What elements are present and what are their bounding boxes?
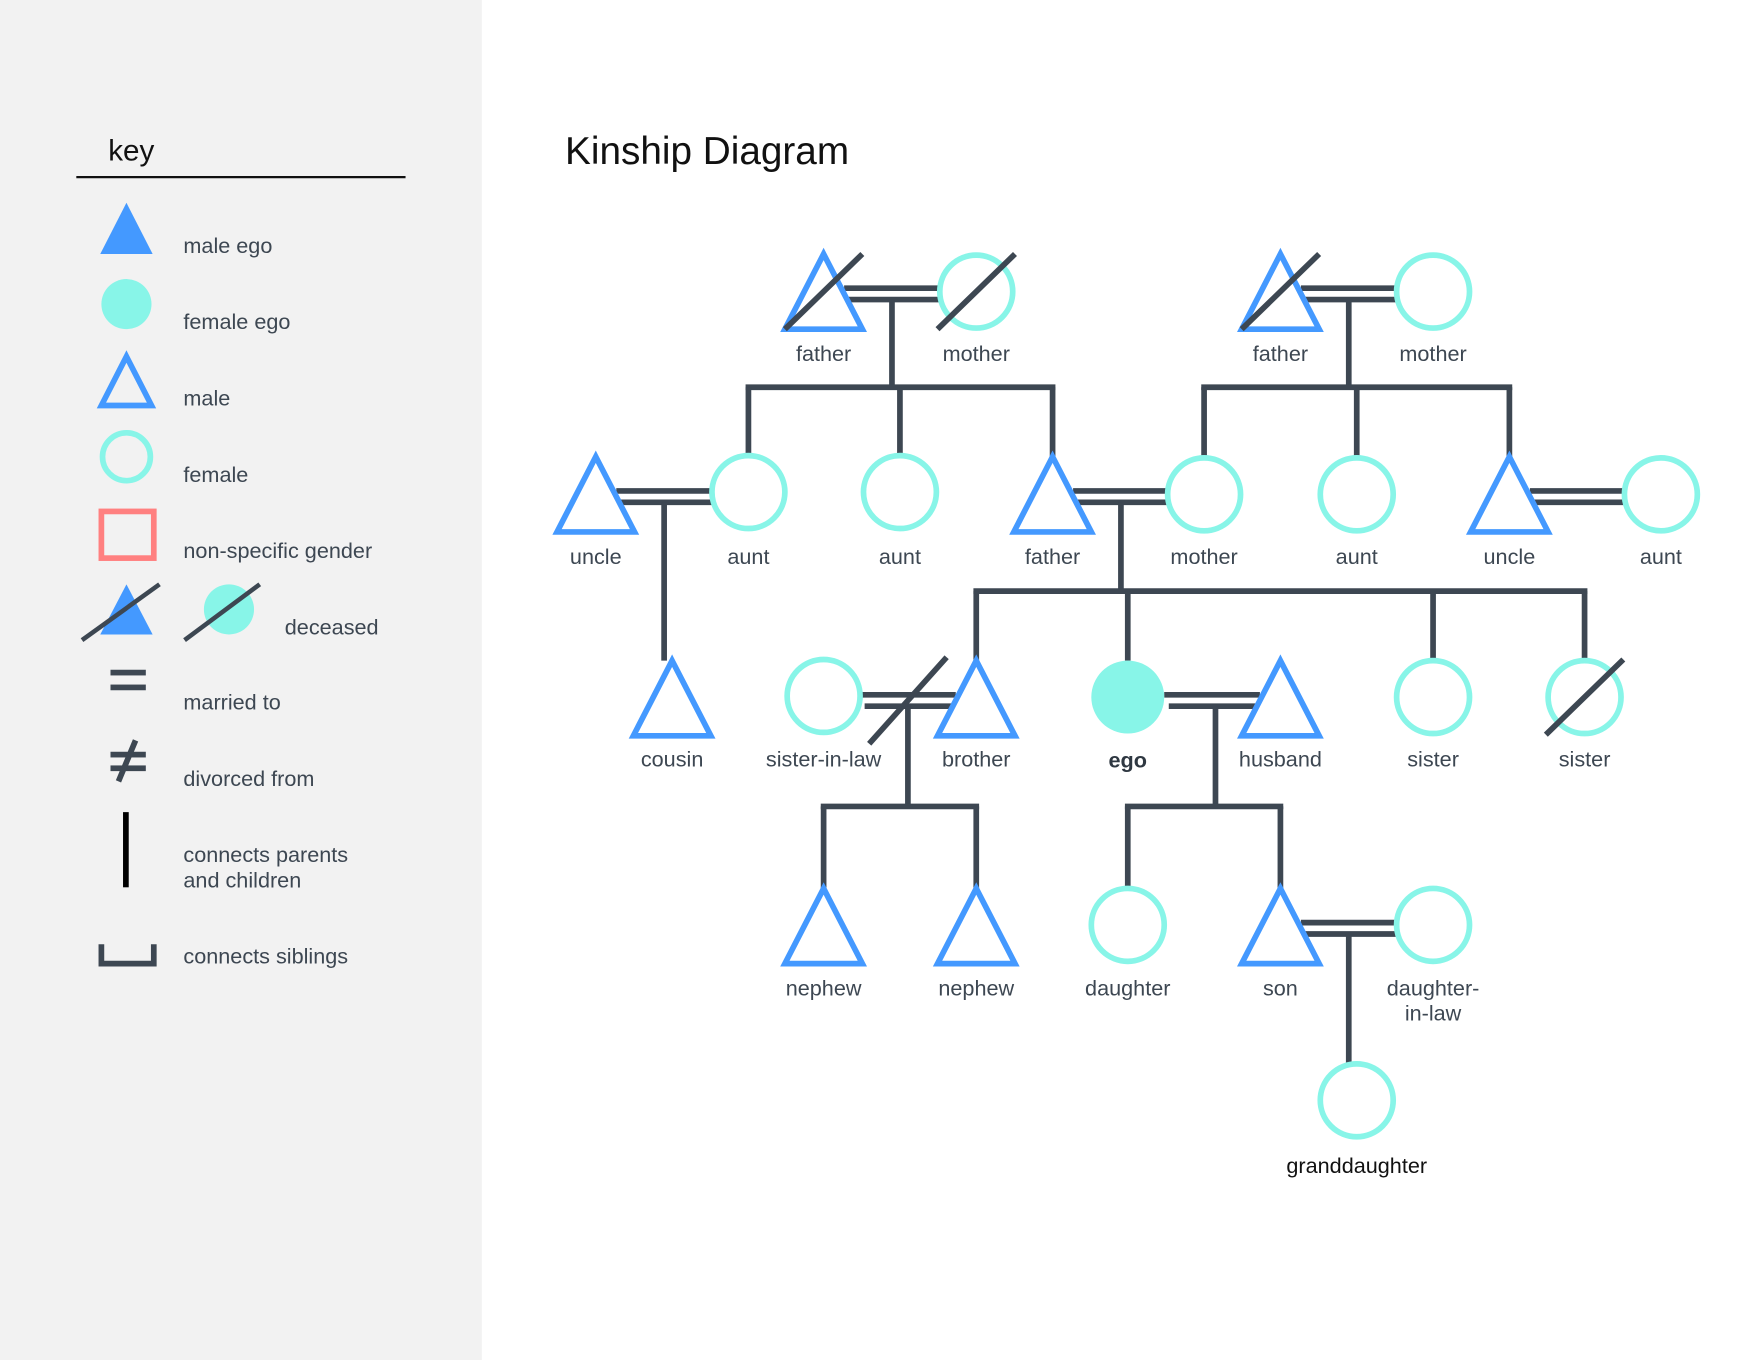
- male-triangle-icon: [552, 450, 640, 535]
- female-circle-icon: [1317, 1061, 1397, 1140]
- person-pgf[interactable]: [780, 247, 868, 333]
- person-daughter[interactable]: [1088, 885, 1168, 965]
- person-aunt2[interactable]: [860, 452, 940, 532]
- key-title: key: [108, 135, 154, 168]
- person-label-son: son: [1263, 976, 1298, 1001]
- person-label-nephew2: nephew: [938, 976, 1014, 1001]
- person-brother[interactable]: [932, 654, 1020, 739]
- key-label: female ego: [183, 309, 290, 334]
- person-label-cousin: cousin: [641, 747, 704, 772]
- person-father[interactable]: [1009, 450, 1096, 535]
- person-pgm[interactable]: [935, 251, 1017, 332]
- female-circle-icon: [1393, 885, 1473, 965]
- person-mgm[interactable]: [1393, 252, 1473, 331]
- person-uncle2[interactable]: [1465, 450, 1553, 535]
- key-label: divorced from: [183, 766, 314, 791]
- key-panel-background: [0, 0, 482, 1360]
- person-label-uncle2: uncle: [1484, 544, 1536, 569]
- person-uncle1[interactable]: [552, 450, 640, 535]
- people: [552, 247, 1701, 1140]
- male-triangle-icon: [1009, 450, 1096, 535]
- person-label-uncle1: uncle: [570, 544, 622, 569]
- marriage-connector: [616, 488, 715, 661]
- person-aunt3[interactable]: [1317, 455, 1397, 534]
- person-sister1[interactable]: [1393, 657, 1473, 737]
- female-circle-icon: [1088, 885, 1168, 965]
- person-label-mgm: mother: [1399, 341, 1466, 366]
- kinship-canvas: key male ego female ego male female non-…: [0, 0, 1701, 1360]
- filled-circle-icon: [1091, 660, 1165, 734]
- person-label-sister1: sister: [1407, 747, 1459, 772]
- female-circle-icon: [1164, 455, 1244, 534]
- female-circle-icon: [860, 452, 940, 532]
- person-label-dil: daughter-: [1387, 976, 1480, 1001]
- person-label-ego: ego: [1109, 748, 1147, 773]
- person-label-mgf: father: [1253, 341, 1308, 366]
- person-dil[interactable]: [1393, 885, 1473, 965]
- female-circle-icon: [1393, 657, 1473, 737]
- male-triangle-icon: [1465, 450, 1553, 535]
- person-label-pgm: mother: [943, 341, 1010, 366]
- person-label-pgf: father: [796, 341, 851, 366]
- person-cousin[interactable]: [628, 654, 716, 739]
- diagram-title: Kinship Diagram: [565, 130, 849, 173]
- person-sil[interactable]: [784, 656, 863, 736]
- person-label-sil: sister-in-law: [766, 747, 882, 772]
- person-ego[interactable]: [1091, 660, 1165, 734]
- person-son[interactable]: [1237, 882, 1324, 967]
- key-label: male: [183, 385, 230, 410]
- filled-circle-icon: [101, 279, 152, 330]
- person-nephew2[interactable]: [932, 882, 1020, 967]
- male-triangle-icon: [932, 882, 1020, 967]
- female-circle-icon: [709, 452, 788, 532]
- marriage-connector: [1300, 919, 1399, 1064]
- person-label-aunt3: aunt: [1336, 544, 1378, 569]
- key-label: and children: [183, 867, 301, 892]
- male-triangle-icon: [1237, 882, 1324, 967]
- female-circle-icon: [1621, 455, 1701, 534]
- person-sister2[interactable]: [1543, 657, 1626, 737]
- key-panel: key male ego female ego male female non-…: [0, 0, 482, 1360]
- key-label: married to: [183, 690, 280, 715]
- person-label-aunt2: aunt: [879, 544, 921, 569]
- male-triangle-icon: [780, 882, 868, 967]
- male-triangle-icon: [1237, 654, 1324, 739]
- key-label: deceased: [285, 614, 379, 639]
- person-label-nephew1: nephew: [786, 976, 862, 1001]
- female-circle-icon: [1393, 252, 1473, 331]
- person-label-aunt4: aunt: [1640, 544, 1682, 569]
- female-circle-icon: [1317, 455, 1397, 534]
- male-triangle-icon: [932, 654, 1020, 739]
- key-label: male ego: [183, 233, 272, 258]
- person-aunt4[interactable]: [1621, 455, 1701, 534]
- person-granddaughter[interactable]: [1317, 1061, 1397, 1140]
- person-label-aunt1: aunt: [727, 544, 769, 569]
- person-husband[interactable]: [1237, 654, 1324, 739]
- person-label-brother: brother: [942, 747, 1011, 772]
- key-label: non-specific gender: [183, 538, 372, 563]
- male-triangle-icon: [628, 654, 716, 739]
- person-mother[interactable]: [1164, 455, 1244, 534]
- person-mgf[interactable]: [1237, 247, 1324, 333]
- key-label: connects parents: [183, 842, 348, 867]
- person-label-mother: mother: [1170, 544, 1237, 569]
- person-label-dil: in-law: [1405, 1001, 1462, 1026]
- key-label: connects siblings: [183, 944, 348, 969]
- person-aunt1[interactable]: [709, 452, 788, 532]
- female-circle-icon: [784, 656, 863, 736]
- person-label-granddaughter: granddaughter: [1286, 1153, 1427, 1178]
- person-label-daughter: daughter: [1085, 976, 1170, 1001]
- person-nephew1[interactable]: [780, 882, 868, 967]
- marriage-connector: [1529, 488, 1627, 506]
- person-label-father: father: [1025, 544, 1080, 569]
- person-label-husband: husband: [1239, 747, 1322, 772]
- key-label: female: [183, 462, 248, 487]
- person-label-sister2: sister: [1559, 747, 1611, 772]
- vertical-bar-icon: [123, 812, 129, 888]
